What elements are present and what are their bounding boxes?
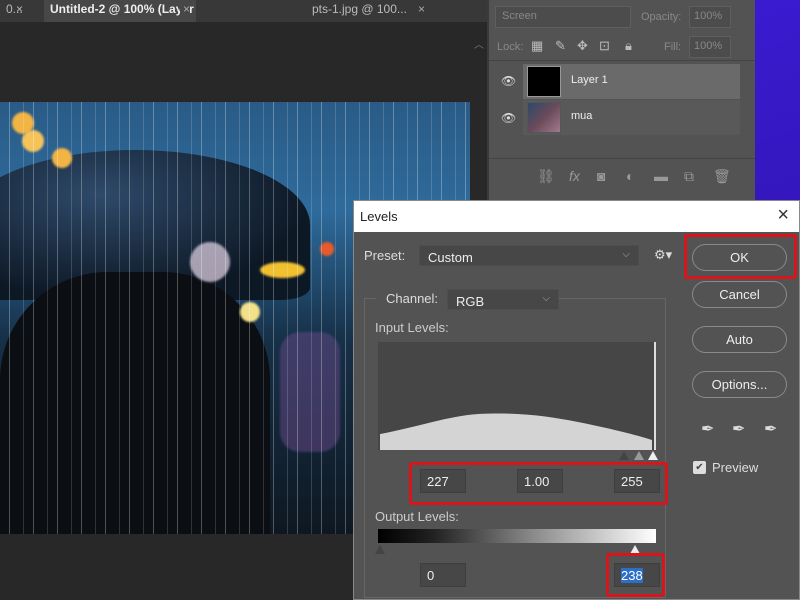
scroll-up-icon[interactable]: ︿ <box>474 36 484 51</box>
visibility-eye-icon[interactable]: 👁︎ <box>501 111 516 125</box>
input-gamma-slider[interactable] <box>634 451 644 460</box>
input-black-slider[interactable] <box>619 451 629 460</box>
preview-checkbox[interactable]: ✔ <box>693 461 706 474</box>
dialog-titlebar: Levels × <box>354 201 799 232</box>
output-levels-label: Output Levels: <box>375 509 459 524</box>
histogram-shape <box>380 413 652 450</box>
blend-mode-select[interactable]: Screen <box>495 6 631 28</box>
link-icon[interactable]: ⛓︎ <box>537 168 555 185</box>
input-white-slider[interactable] <box>648 451 658 460</box>
channel-label: Channel: <box>376 291 449 306</box>
options-button[interactable]: Options... <box>692 371 787 398</box>
dialog-title: Levels <box>360 209 398 224</box>
tab-close-icon[interactable]: × <box>179 0 190 18</box>
new-layer-icon[interactable]: ⧉ <box>684 168 694 185</box>
mask-icon[interactable]: ◙ <box>597 168 605 184</box>
levels-dialog: Levels × Preset: Custom ⌵ ⚙▾ Channel: RGB… <box>353 200 800 600</box>
output-gradient <box>378 529 656 543</box>
gear-icon[interactable]: ⚙▾ <box>654 247 672 263</box>
tab-close-icon[interactable]: × <box>16 0 30 22</box>
gray-eyedropper-icon[interactable]: ✒ <box>732 419 745 439</box>
histogram <box>378 342 656 450</box>
document-tab-bar: 0... × Untitled-2 @ 100% (Layer 1, RGB/8… <box>0 0 487 22</box>
lock-label: Lock: <box>497 41 524 53</box>
lock-artboard-icon[interactable]: ⊡ <box>599 38 610 54</box>
highlight-ok <box>684 234 797 279</box>
tab-pts-1[interactable]: pts-1.jpg @ 100... × <box>306 0 431 22</box>
layer-name: Layer 1 <box>571 74 608 86</box>
tab-label: pts-1.jpg @ 100... <box>312 2 407 16</box>
preset-value: Custom <box>428 250 473 265</box>
black-eyedropper-icon[interactable]: ✒ <box>701 419 714 439</box>
lock-position-icon[interactable]: ✥ <box>577 38 588 54</box>
adjustment-icon[interactable]: ◐ <box>626 168 634 184</box>
opacity-field[interactable]: 100% <box>689 6 731 28</box>
folder-icon[interactable]: ▬ <box>654 168 668 184</box>
tab-label: Untitled-2 @ 100% (Layer 1, RGB/8#) * <box>50 2 196 16</box>
output-black-slider[interactable] <box>375 545 385 554</box>
output-black-field[interactable]: 0 <box>420 563 466 587</box>
input-levels-label: Input Levels: <box>375 320 449 335</box>
histogram-graph <box>380 413 652 450</box>
highlight-output-white <box>606 553 665 597</box>
divider <box>489 60 755 61</box>
tab-untitled-2[interactable]: Untitled-2 @ 100% (Layer 1, RGB/8#) *× <box>44 0 196 22</box>
preview-label: Preview <box>712 460 759 475</box>
preset-label: Preset: <box>364 248 406 263</box>
highlight-input-levels <box>409 462 668 505</box>
layer-row-layer-1[interactable]: Layer 1 <box>523 64 740 99</box>
fx-icon[interactable]: fx <box>569 168 580 184</box>
chevron-down-icon: ⌵ <box>542 293 550 304</box>
close-icon[interactable]: × <box>777 204 789 227</box>
white-eyedropper-icon[interactable]: ✒ <box>764 419 777 439</box>
tab-close-icon[interactable]: × <box>414 0 425 18</box>
auto-button[interactable]: Auto <box>692 326 787 353</box>
fill-label: Fill: <box>664 41 682 53</box>
chevron-down-icon: ⌵ <box>622 249 630 260</box>
cancel-button[interactable]: Cancel <box>692 281 787 308</box>
visibility-eye-icon[interactable]: 👁︎ <box>501 74 516 88</box>
trash-icon[interactable]: 🗑︎ <box>713 168 731 185</box>
layer-thumbnail <box>527 102 561 133</box>
lock-all-icon[interactable]: 🔒︎ <box>625 38 632 54</box>
lock-paint-icon[interactable]: ✎ <box>555 38 566 54</box>
channel-select[interactable]: RGB ⌵ <box>447 289 559 310</box>
layer-row-mua[interactable]: mua <box>523 100 740 135</box>
fill-field[interactable]: 100% <box>689 36 731 58</box>
layer-name: mua <box>571 110 593 122</box>
preset-select[interactable]: Custom ⌵ <box>419 245 639 266</box>
channel-value: RGB <box>456 294 485 309</box>
lock-transparency-icon[interactable]: ▦ <box>531 38 543 54</box>
opacity-label: Opacity: <box>641 11 682 23</box>
divider <box>489 158 755 159</box>
layer-thumbnail <box>527 66 561 97</box>
